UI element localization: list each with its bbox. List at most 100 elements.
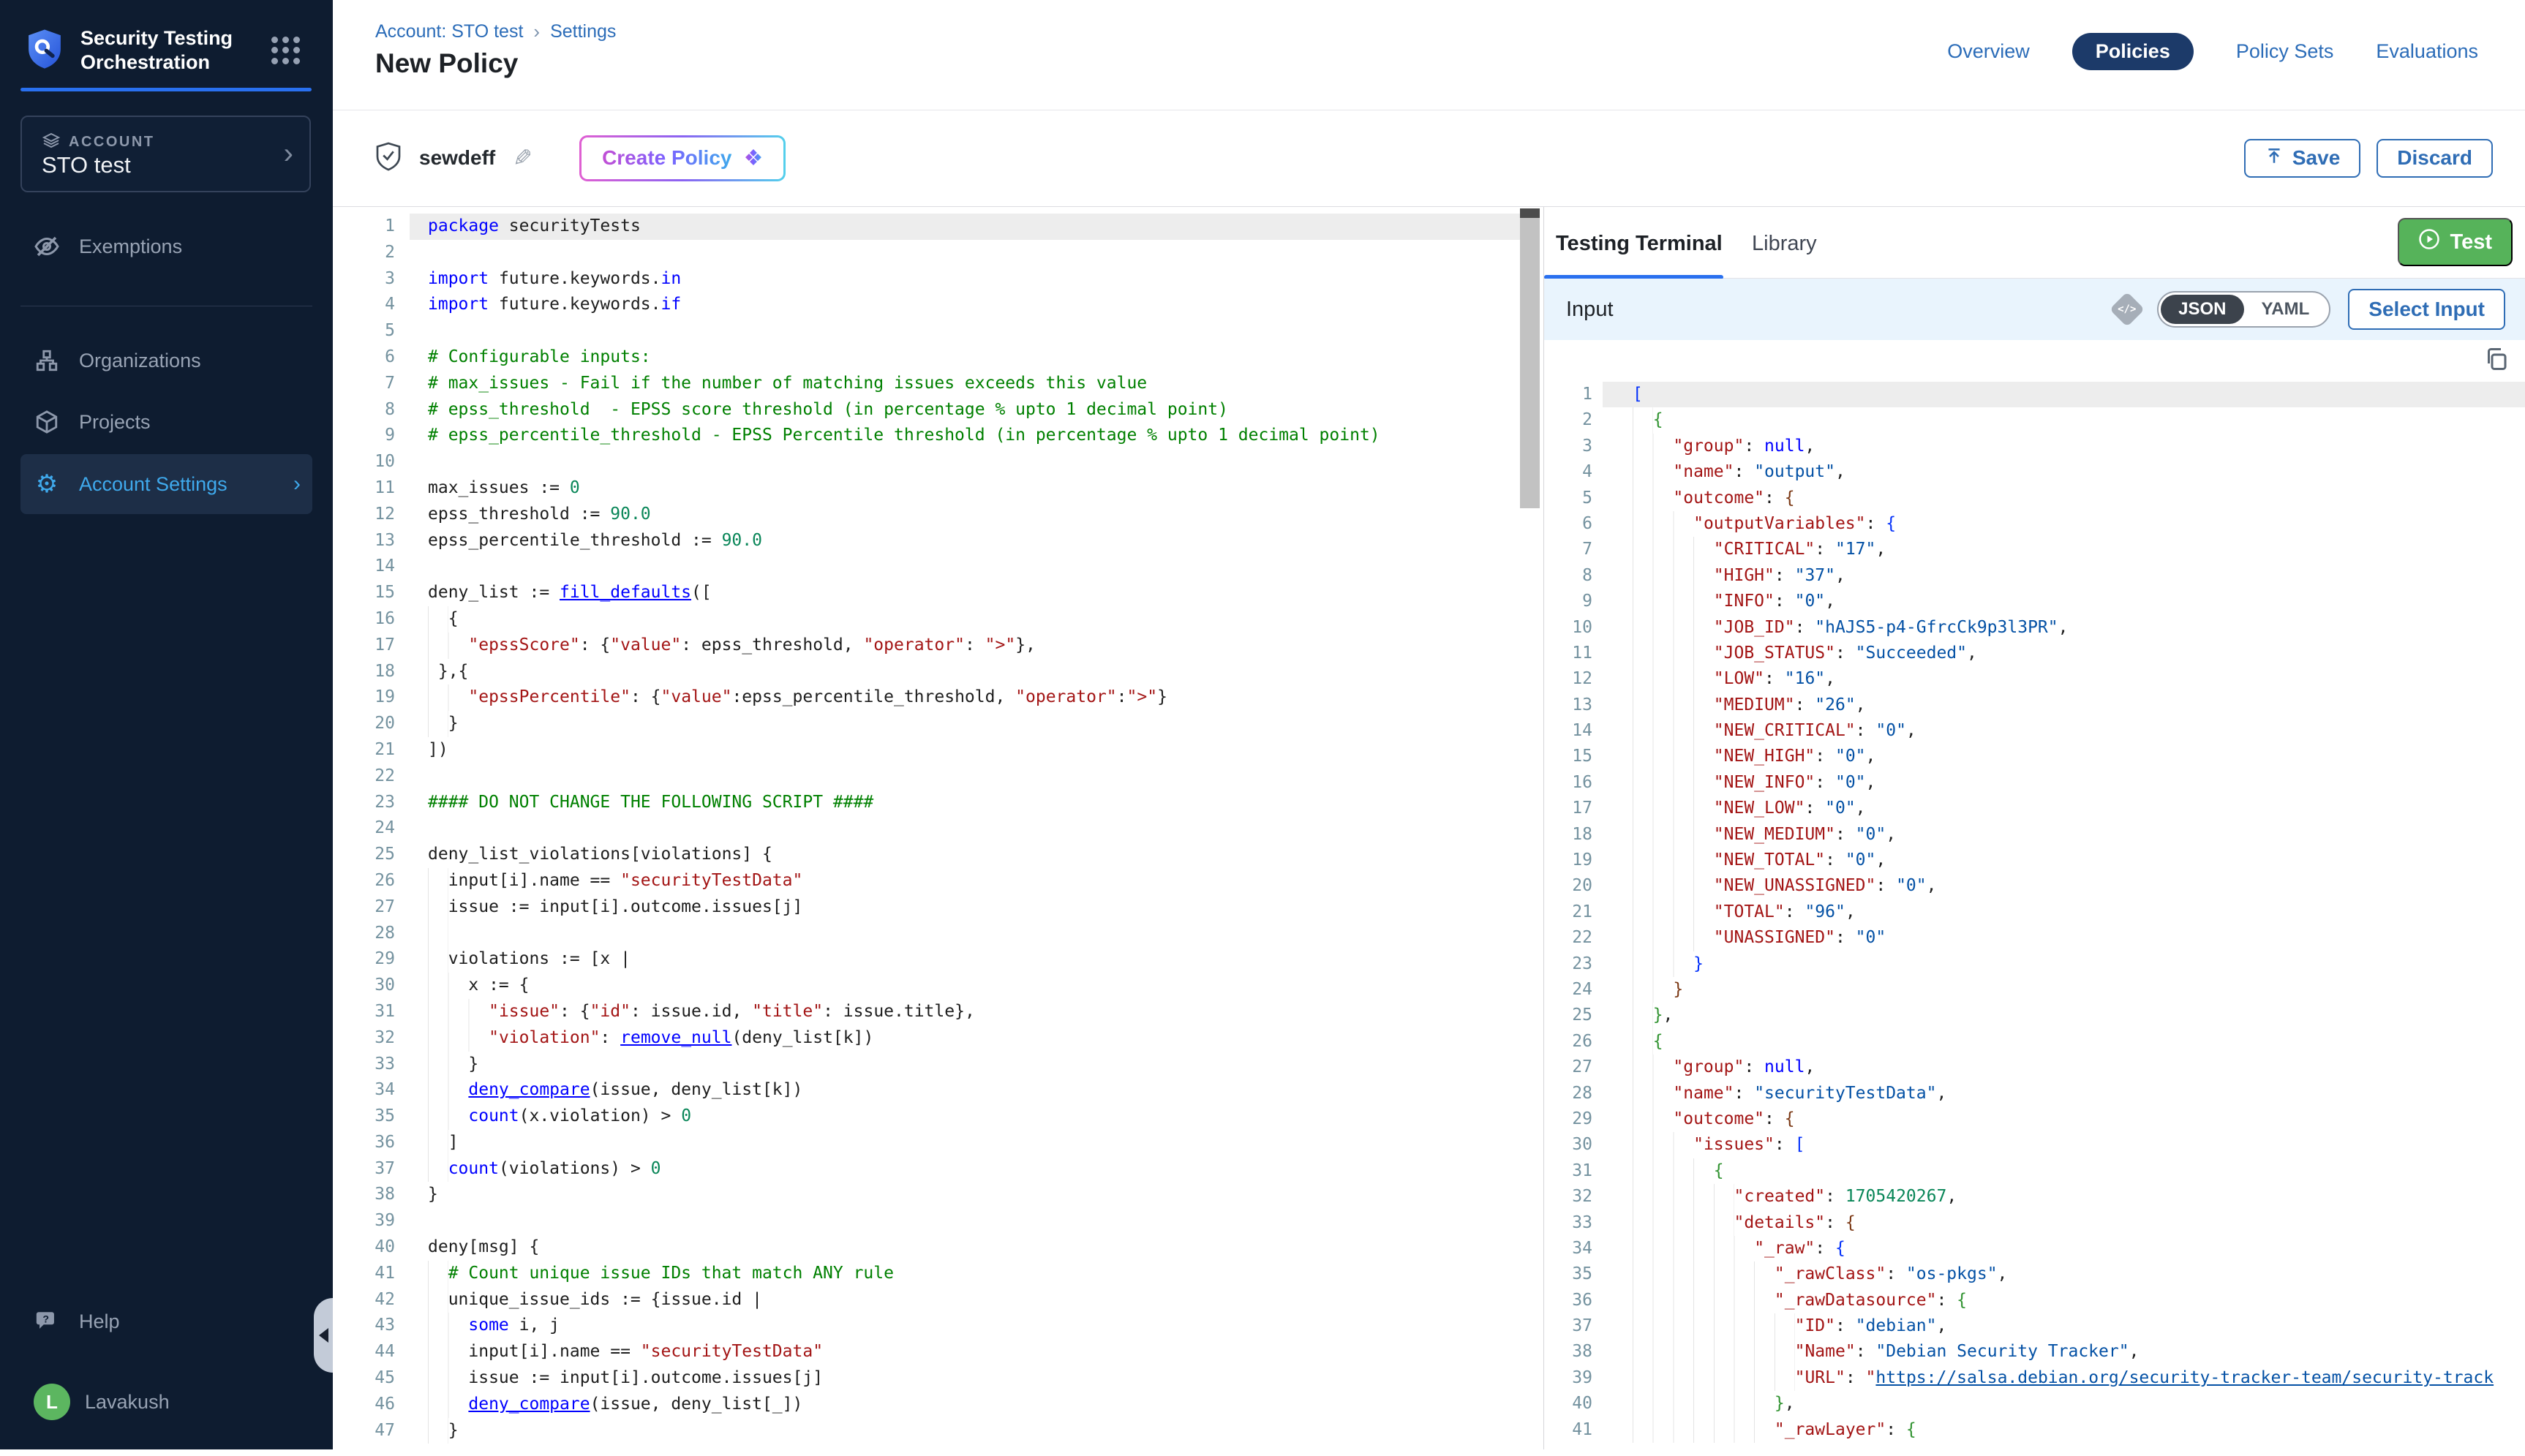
sidebar-item-exemptions[interactable]: Exemptions — [20, 222, 312, 271]
code-line[interactable]: 34"_raw": { — [1544, 1236, 2525, 1261]
code-line[interactable]: 13"MEDIUM": "26", — [1544, 693, 2525, 718]
tab-testing-terminal[interactable]: Testing Terminal — [1556, 232, 1723, 256]
code-line[interactable]: 40deny[msg] { — [333, 1234, 1540, 1261]
sidebar-item-projects[interactable]: Projects — [20, 398, 312, 446]
select-input-button[interactable]: Select Input — [2348, 289, 2505, 330]
code-line[interactable]: 39"URL": "https://salsa.debian.org/secur… — [1544, 1365, 2525, 1391]
code-line[interactable]: 28 — [333, 921, 1540, 947]
format-yaml-option[interactable]: YAML — [2244, 295, 2328, 324]
copy-icon[interactable] — [2483, 346, 2510, 376]
code-line[interactable]: 8# epss_threshold - EPSS score threshold… — [333, 397, 1540, 423]
code-line[interactable]: 7# max_issues - Fail if the number of ma… — [333, 371, 1540, 397]
code-line[interactable]: 44input[i].name == "securityTestData" — [333, 1339, 1540, 1365]
sidebar-item-organizations[interactable]: Organizations — [20, 336, 312, 385]
code-line[interactable]: 20} — [333, 711, 1540, 737]
code-line[interactable]: 38"Name": "Debian Security Tracker", — [1544, 1339, 2525, 1365]
app-switcher-grid-icon[interactable] — [271, 37, 301, 64]
code-line[interactable]: 32"created": 1705420267, — [1544, 1184, 2525, 1210]
code-line[interactable]: 27"group": null, — [1544, 1055, 2525, 1080]
code-line[interactable]: 40}, — [1544, 1391, 2525, 1417]
code-line[interactable]: 42unique_issue_ids := {issue.id | — [333, 1287, 1540, 1313]
code-line[interactable]: 35count(x.violation) > 0 — [333, 1104, 1540, 1130]
code-line[interactable]: 27issue := input[i].outcome.issues[j] — [333, 894, 1540, 921]
code-line[interactable]: 7"CRITICAL": "17", — [1544, 537, 2525, 562]
code-line[interactable]: 37"ID": "debian", — [1544, 1313, 2525, 1339]
code-line[interactable]: 26input[i].name == "securityTestData" — [333, 868, 1540, 894]
tab-policies[interactable]: Policies — [2072, 33, 2194, 70]
code-line[interactable]: 23} — [1544, 951, 2525, 977]
code-line[interactable]: 16{ — [333, 606, 1540, 633]
code-line[interactable]: 30x := { — [333, 973, 1540, 999]
code-line[interactable]: 9"INFO": "0", — [1544, 589, 2525, 614]
code-line[interactable]: 24} — [1544, 977, 2525, 1003]
code-line[interactable]: 21]) — [333, 737, 1540, 763]
scrollbar-thumb[interactable] — [1520, 218, 1540, 508]
code-line[interactable]: 39 — [333, 1208, 1540, 1234]
create-policy-button[interactable]: Create Policy ❖ — [579, 135, 786, 181]
code-line[interactable]: 6"outputVariables": { — [1544, 511, 2525, 537]
code-line[interactable]: 11max_issues := 0 — [333, 475, 1540, 502]
code-line[interactable]: 35"_rawClass": "os-pkgs", — [1544, 1261, 2525, 1287]
code-line[interactable]: 37count(violations) > 0 — [333, 1156, 1540, 1182]
code-line[interactable]: 16"NEW_INFO": "0", — [1544, 770, 2525, 796]
code-line[interactable]: 33"details": { — [1544, 1210, 2525, 1236]
code-line[interactable]: 13epss_percentile_threshold := 90.0 — [333, 528, 1540, 554]
code-line[interactable]: 2 — [333, 240, 1540, 266]
tab-policy-sets[interactable]: Policy Sets — [2236, 40, 2334, 63]
code-line[interactable]: 8"HIGH": "37", — [1544, 563, 2525, 589]
code-line[interactable]: 20"NEW_UNASSIGNED": "0", — [1544, 873, 2525, 899]
breadcrumb-account-link[interactable]: Account: STO test — [375, 21, 523, 42]
code-line[interactable]: 38} — [333, 1182, 1540, 1208]
sidebar-user[interactable]: L Lavakush — [20, 1378, 312, 1426]
code-line[interactable]: 26{ — [1544, 1029, 2525, 1055]
code-line[interactable]: 9# epss_percentile_threshold - EPSS Perc… — [333, 423, 1540, 449]
code-line[interactable]: 12epss_threshold := 90.0 — [333, 502, 1540, 528]
code-line[interactable]: 36"_rawDatasource": { — [1544, 1288, 2525, 1313]
code-line[interactable]: 12"LOW": "16", — [1544, 666, 2525, 692]
code-line[interactable]: 14 — [333, 554, 1540, 580]
discard-button[interactable]: Discard — [2377, 139, 2493, 178]
code-line[interactable]: 18"NEW_MEDIUM": "0", — [1544, 822, 2525, 848]
sidebar-item-help[interactable]: ? Help — [20, 1297, 312, 1346]
account-scope-card[interactable]: ACCOUNT STO test › — [20, 116, 311, 192]
code-line[interactable]: 18},{ — [333, 659, 1540, 685]
code-line[interactable]: 45issue := input[i].outcome.issues[j] — [333, 1365, 1540, 1392]
code-line[interactable]: 10"JOB_ID": "hAJS5-p4-GfrcCk9p3l3PR", — [1544, 615, 2525, 641]
code-line[interactable]: 31"issue": {"id": issue.id, "title": iss… — [333, 999, 1540, 1025]
code-line[interactable]: 25}, — [1544, 1003, 2525, 1028]
code-line[interactable]: 36] — [333, 1130, 1540, 1156]
code-line[interactable]: 5 — [333, 318, 1540, 344]
tab-overview[interactable]: Overview — [1947, 40, 2030, 63]
code-line[interactable]: 6# Configurable inputs: — [333, 344, 1540, 371]
code-line[interactable]: 33} — [333, 1052, 1540, 1078]
code-line[interactable]: 15deny_list := fill_defaults([ — [333, 580, 1540, 606]
terminal-input-editor[interactable]: 1[2{3"group": null,4"name": "output",5"o… — [1544, 382, 2525, 1449]
code-line[interactable]: 14"NEW_CRITICAL": "0", — [1544, 718, 2525, 744]
code-view-icon[interactable]: </> — [2110, 292, 2145, 327]
code-line[interactable]: 29"outcome": { — [1544, 1106, 2525, 1132]
code-line[interactable]: 19"epssPercentile": {"value":epss_percen… — [333, 684, 1540, 711]
code-line[interactable]: 4import future.keywords.if — [333, 292, 1540, 318]
edit-name-pencil-icon[interactable]: ✎ — [513, 144, 533, 172]
code-line[interactable]: 17"NEW_LOW": "0", — [1544, 796, 2525, 821]
code-line[interactable]: 10 — [333, 449, 1540, 475]
code-line[interactable]: 2{ — [1544, 407, 2525, 433]
code-line[interactable]: 32"violation": remove_null(deny_list[k]) — [333, 1025, 1540, 1052]
code-line[interactable]: 23#### DO NOT CHANGE THE FOLLOWING SCRIP… — [333, 790, 1540, 816]
tab-evaluations[interactable]: Evaluations — [2376, 40, 2478, 63]
code-line[interactable]: 24 — [333, 815, 1540, 842]
code-line[interactable]: 1[ — [1544, 382, 2525, 407]
code-line[interactable]: 3"group": null, — [1544, 434, 2525, 459]
code-line[interactable]: 11"JOB_STATUS": "Succeeded", — [1544, 641, 2525, 666]
sidebar-collapse-handle[interactable] — [314, 1298, 333, 1373]
code-line[interactable]: 43some i, j — [333, 1313, 1540, 1339]
code-line[interactable]: 25deny_list_violations[violations] { — [333, 842, 1540, 868]
code-line[interactable]: 41# Count unique issue IDs that match AN… — [333, 1261, 1540, 1287]
policy-code-editor[interactable]: 1package securityTests23import future.ke… — [333, 207, 1540, 1456]
code-line[interactable]: 30"issues": [ — [1544, 1132, 2525, 1158]
code-line[interactable]: 22"UNASSIGNED": "0" — [1544, 925, 2525, 951]
code-line[interactable]: 28"name": "securityTestData", — [1544, 1081, 2525, 1106]
code-line[interactable]: 5"outcome": { — [1544, 486, 2525, 511]
tab-library[interactable]: Library — [1752, 232, 1817, 256]
code-line[interactable]: 17"epssScore": {"value": epss_threshold,… — [333, 633, 1540, 659]
